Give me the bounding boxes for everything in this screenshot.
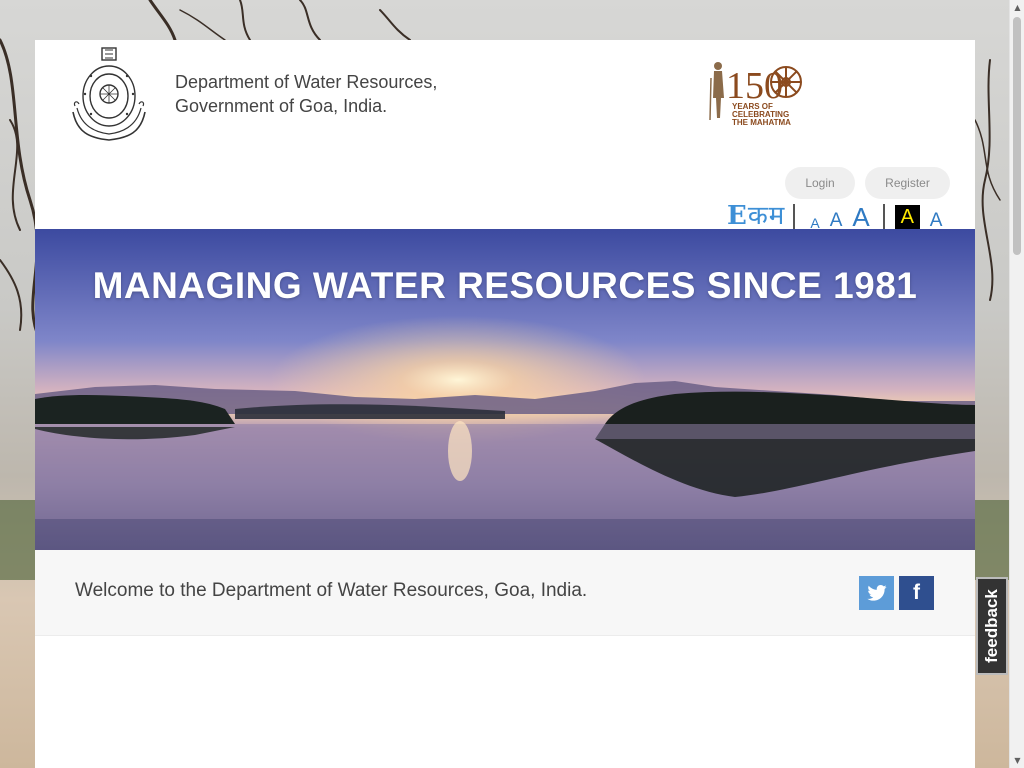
department-title: Department of Water Resources, Governmen… [175,70,437,118]
scroll-down-arrow-icon[interactable]: ▼ [1010,753,1024,768]
font-size-increase-button[interactable]: A [852,204,869,230]
hero-banner: MANAGING WATER RESOURCES SINCE 1981 [35,229,975,550]
toolbar-divider [793,204,796,230]
scroll-up-arrow-icon[interactable]: ▲ [1010,0,1024,15]
twitter-button[interactable] [859,576,894,610]
welcome-bar: Welcome to the Department of Water Resou… [35,550,975,636]
feedback-label: feedback [982,589,1001,663]
normal-contrast-button[interactable]: A [930,211,943,230]
welcome-text: Welcome to the Department of Water Resou… [75,580,588,601]
language-switch-button[interactable]: Eकम [727,202,785,230]
department-title-line2: Government of Goa, India. [175,96,388,116]
login-button[interactable]: Login [785,167,855,199]
accessibility-toolbar: Eकम A A A A A [727,202,942,230]
vertical-scrollbar[interactable]: ▲ ▼ [1009,0,1024,768]
chakra-wheel-icon [770,66,802,98]
logo-150-line3: THE MAHATMA [732,118,791,127]
twitter-icon [866,585,887,601]
page-container: Department of Water Resources, Governmen… [35,40,975,768]
high-contrast-button[interactable]: A [894,205,920,230]
site-header: Department of Water Resources, Governmen… [35,40,975,230]
font-size-decrease-button[interactable]: A [810,216,819,230]
feedback-tab[interactable]: feedback [976,577,1008,675]
scrollbar-thumb[interactable] [1013,17,1021,255]
150-years-mahatma-logo: 150 YEARS OF CELEBRATING THE MAHATMA [709,62,802,127]
facebook-button[interactable]: f [899,576,934,610]
font-size-normal-button[interactable]: A [830,211,843,230]
goa-government-emblem-icon [72,47,146,141]
register-button[interactable]: Register [865,167,950,199]
department-title-line1: Department of Water Resources, [175,72,438,92]
banner-title: MANAGING WATER RESOURCES SINCE 1981 [92,265,918,306]
toolbar-divider [882,204,885,230]
